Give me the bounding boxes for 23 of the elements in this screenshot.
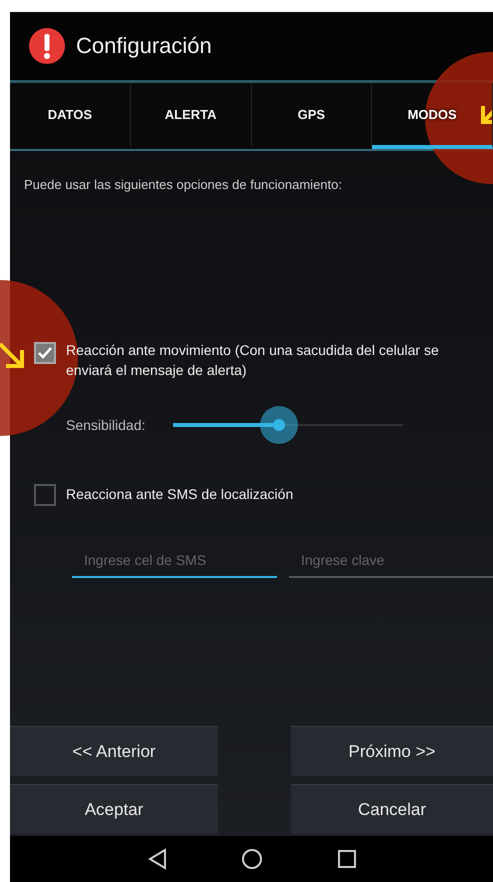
option-label: Reacción ante movimiento (Con una sacudida del celular se enviará el mensaje de alerta) bbox=[66, 341, 440, 380]
input-field[interactable]: Ingrese clave bbox=[289, 544, 493, 578]
slider-label: Sensibilidad: bbox=[66, 417, 146, 433]
option-label: Reacciona ante SMS de localización bbox=[66, 485, 294, 504]
action-button[interactable]: << Anterior bbox=[10, 726, 218, 776]
back-icon[interactable] bbox=[146, 848, 166, 870]
screen-title: Configuración bbox=[76, 33, 212, 59]
action-button[interactable]: Aceptar bbox=[10, 784, 218, 834]
slider-thumb[interactable] bbox=[260, 406, 298, 444]
tab[interactable]: ALERTA bbox=[130, 83, 252, 149]
slider-track[interactable] bbox=[173, 406, 404, 444]
checkbox[interactable] bbox=[34, 342, 56, 364]
check-icon bbox=[37, 346, 53, 360]
tab[interactable]: DATOS bbox=[10, 83, 131, 149]
action-button[interactable]: Próximo >> bbox=[291, 726, 493, 776]
checkbox[interactable] bbox=[34, 484, 56, 506]
action-button[interactable]: Cancelar bbox=[291, 784, 493, 834]
alert-icon bbox=[28, 27, 66, 65]
recents-icon[interactable] bbox=[336, 849, 356, 869]
home-icon[interactable] bbox=[240, 848, 262, 870]
tab[interactable]: GPS bbox=[252, 83, 372, 149]
input-field[interactable]: Ingrese cel de SMS bbox=[72, 544, 277, 578]
intro-text: Puede usar las siguientes opciones de funcionamiento: bbox=[24, 177, 343, 192]
